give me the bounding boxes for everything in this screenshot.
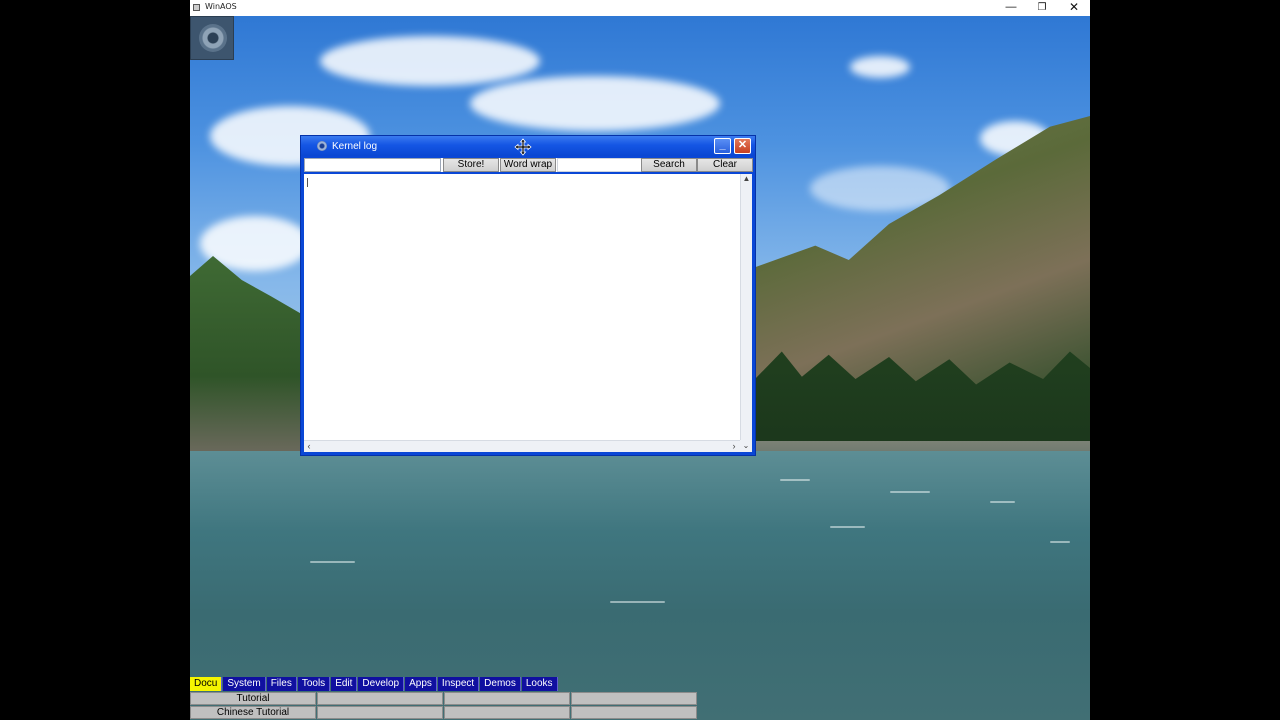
restore-icon[interactable]: ❐ — [1026, 0, 1058, 16]
filter-input[interactable] — [304, 158, 441, 172]
close-button[interactable]: ✕ — [734, 138, 751, 154]
desktop-gear-icon[interactable] — [190, 16, 234, 60]
kernel-log-title-bar[interactable]: Kernel log _ ✕ — [301, 136, 755, 156]
taskbar-row: Tutorial — [190, 692, 698, 706]
scroll-right-icon[interactable]: › — [729, 441, 739, 452]
kernel-log-toolbar: Store! Word wrap Search Clear — [304, 158, 753, 172]
minimize-button[interactable]: _ — [714, 138, 731, 154]
menu-tab-inspect[interactable]: Inspect — [437, 677, 480, 691]
wallpaper-ripple — [310, 561, 355, 563]
wallpaper-ripple — [610, 601, 665, 603]
wallpaper-ripple — [780, 479, 810, 481]
menu-tab-docu[interactable]: Docu — [190, 677, 223, 691]
wallpaper-cloud — [850, 56, 910, 78]
wallpaper-ripple — [990, 501, 1015, 503]
wallpaper-cloud — [470, 76, 720, 131]
search-input[interactable] — [557, 158, 643, 172]
app-icon — [193, 4, 200, 11]
taskbar-row: Chinese Tutorial — [190, 706, 698, 720]
scroll-down-icon[interactable]: ⌄ — [740, 440, 752, 452]
vertical-scrollbar[interactable]: ▲ — [740, 174, 752, 440]
taskbar-item[interactable] — [571, 706, 697, 719]
word-wrap-button[interactable]: Word wrap — [500, 158, 556, 172]
taskbar-item[interactable] — [444, 692, 570, 705]
wallpaper-cloud — [320, 36, 540, 86]
search-button[interactable]: Search — [641, 158, 697, 172]
taskbar-item[interactable]: Tutorial — [190, 692, 316, 705]
horizontal-scrollbar[interactable]: ‹ › — [304, 440, 740, 452]
menu-tab-tools[interactable]: Tools — [297, 677, 331, 691]
text-caret — [307, 178, 308, 187]
menu-tab-edit[interactable]: Edit — [331, 677, 358, 691]
kernel-log-window: Kernel log _ ✕ Store! Word wrap Search C… — [300, 135, 756, 456]
menu-tab-apps[interactable]: Apps — [405, 677, 437, 691]
close-icon[interactable]: ✕ — [1058, 0, 1090, 16]
move-cursor-icon — [514, 138, 532, 156]
taskbar-item[interactable] — [571, 692, 697, 705]
taskbar-item[interactable] — [444, 706, 570, 719]
taskbar-item[interactable] — [317, 706, 443, 719]
taskbar-item[interactable] — [317, 692, 443, 705]
menu-tab-files[interactable]: Files — [266, 677, 297, 691]
host-window-title: WinAOS — [205, 2, 237, 11]
taskbar-item[interactable]: Chinese Tutorial — [190, 706, 316, 719]
gear-icon — [199, 24, 227, 52]
menu-tab-looks[interactable]: Looks — [521, 677, 558, 691]
minimize-icon[interactable]: — — [995, 0, 1027, 16]
kernel-log-title: Kernel log — [332, 141, 378, 152]
wallpaper-ripple — [830, 526, 865, 528]
log-text-area[interactable] — [304, 174, 740, 440]
scroll-left-icon[interactable]: ‹ — [304, 441, 314, 452]
wallpaper-mountain — [190, 256, 305, 456]
host-title-bar[interactable]: WinAOS — ❐ ✕ — [190, 0, 1090, 16]
wallpaper-ripple — [890, 491, 930, 493]
store-button[interactable]: Store! — [443, 158, 499, 172]
wallpaper-ripple — [1050, 541, 1070, 543]
menu-tab-demos[interactable]: Demos — [480, 677, 521, 691]
scroll-up-icon[interactable]: ▲ — [741, 174, 752, 184]
gear-icon — [317, 141, 327, 151]
clear-button[interactable]: Clear — [697, 158, 753, 172]
host-window: WinAOS — ❐ ✕ Kernel log _ ✕ Store! Word … — [190, 0, 1090, 720]
desktop[interactable]: Kernel log _ ✕ Store! Word wrap Search C… — [190, 16, 1090, 720]
taskbar-menu: Docu System Files Tools Edit Develop Apps Inspe… — [190, 677, 559, 691]
menu-tab-system[interactable]: System — [223, 677, 266, 691]
menu-tab-develop[interactable]: Develop — [358, 677, 405, 691]
